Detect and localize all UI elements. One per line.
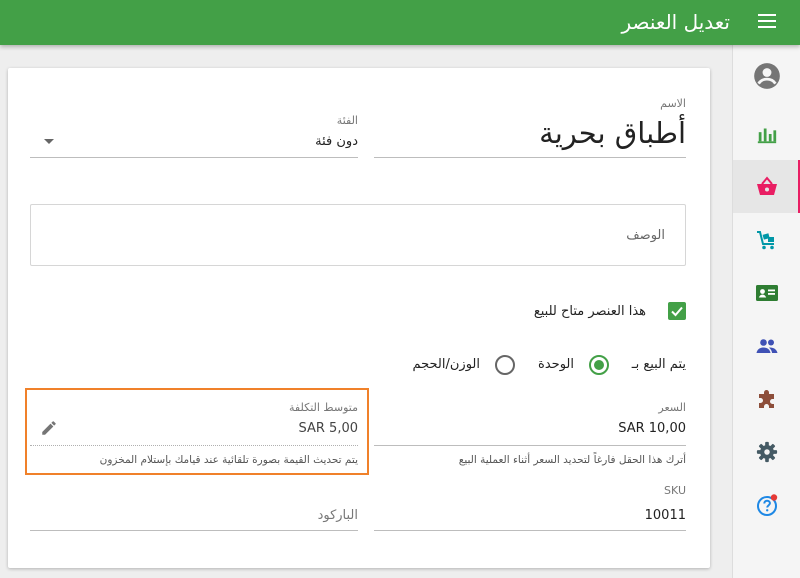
sidebar-item-help[interactable]	[733, 478, 800, 531]
basket-icon	[757, 175, 777, 195]
help-icon	[757, 493, 778, 516]
price-underline	[374, 445, 686, 446]
app-bar: تعديل العنصر	[0, 0, 800, 45]
sidebar-item-apps[interactable]	[733, 372, 800, 425]
barcode-input[interactable]: الباركود	[318, 508, 358, 523]
cost-highlight-box	[25, 388, 369, 475]
sold-by-unit-label: الوحدة	[538, 357, 574, 372]
sidebar-item-customers[interactable]	[733, 266, 800, 319]
cart-icon	[757, 230, 774, 249]
sold-by-unit-radio[interactable]	[589, 355, 609, 375]
sold-by-label: يتم البيع بـ	[631, 357, 686, 372]
available-checkbox[interactable]	[668, 302, 686, 320]
gear-icon	[756, 441, 778, 462]
category-select[interactable]: دون فئة	[315, 134, 358, 149]
description-field[interactable]: الوصف	[30, 204, 686, 266]
category-label: الفئة	[336, 114, 358, 127]
name-label: الاسم	[660, 97, 686, 110]
description-placeholder: الوصف	[626, 228, 665, 243]
sidebar-item-items[interactable]	[733, 160, 800, 213]
sidebar-item-settings[interactable]	[733, 425, 800, 478]
price-hint: أترك هذا الحقل فارغاً لتحديد السعر أثناء…	[458, 454, 686, 466]
bar-chart-icon	[757, 128, 777, 143]
page-title: تعديل العنصر	[621, 10, 731, 34]
price-label: السعر	[658, 401, 686, 414]
account-circle-icon	[754, 62, 780, 89]
chevron-down-icon[interactable]	[44, 139, 54, 144]
puzzle-icon	[759, 389, 774, 408]
contact-card-icon	[756, 284, 778, 301]
sku-label: SKU	[664, 484, 686, 497]
check-icon	[671, 306, 683, 317]
sidebar	[732, 45, 800, 578]
sold-by-weight-label: الوزن/الحجم	[412, 357, 480, 372]
sidebar-item-employees[interactable]	[733, 319, 800, 372]
item-edit-card: الاسم أطباق بحرية الفئة دون فئة الوصف هذ…	[8, 68, 710, 568]
name-input[interactable]: أطباق بحرية	[539, 116, 686, 150]
people-icon	[756, 338, 778, 353]
category-underline	[30, 157, 358, 158]
barcode-underline	[30, 530, 358, 531]
sidebar-item-account[interactable]	[733, 49, 800, 102]
sidebar-item-reports[interactable]	[733, 107, 800, 160]
price-input[interactable]: SAR 10,00	[618, 421, 686, 436]
name-underline	[374, 157, 686, 158]
menu-icon[interactable]	[758, 14, 776, 30]
sku-input[interactable]: 10011	[645, 508, 686, 523]
available-label: هذا العنصر متاح للبيع	[533, 304, 646, 319]
sold-by-weight-radio[interactable]	[495, 355, 515, 375]
sku-underline	[374, 530, 686, 531]
sidebar-item-inventory[interactable]	[733, 213, 800, 266]
